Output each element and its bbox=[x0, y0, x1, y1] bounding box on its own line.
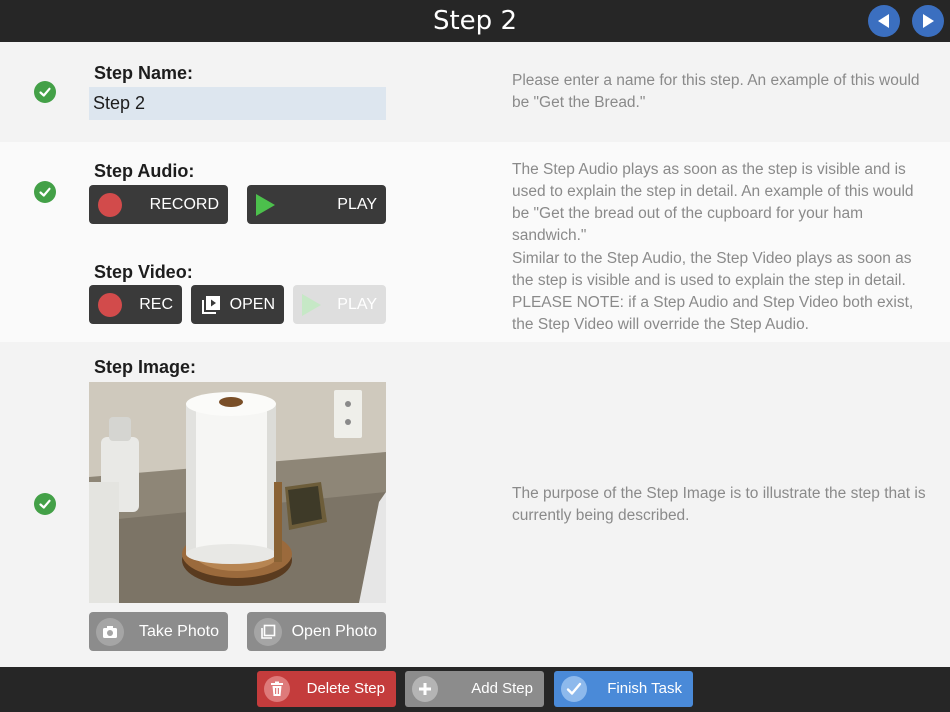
check-icon bbox=[34, 493, 56, 515]
step-image-label: Step Image: bbox=[94, 357, 197, 377]
check-icon bbox=[34, 81, 56, 103]
delete-step-button[interactable]: Delete Step bbox=[257, 671, 396, 707]
trash-icon bbox=[264, 676, 290, 702]
step-name-section: Step Name: Please enter a name for this … bbox=[0, 42, 950, 142]
finish-task-button[interactable]: Finish Task bbox=[554, 671, 693, 707]
arrow-right-icon bbox=[923, 14, 934, 28]
record-icon bbox=[98, 293, 122, 317]
add-step-button[interactable]: Add Step bbox=[405, 671, 544, 707]
audio-play-button[interactable]: PLAY bbox=[247, 185, 386, 224]
step-name-input[interactable] bbox=[89, 87, 386, 120]
photo-library-icon bbox=[254, 618, 282, 646]
step-audio-label: Step Audio: bbox=[94, 161, 195, 181]
step-image-description: The purpose of the Step Image is to illu… bbox=[512, 485, 926, 524]
video-open-button[interactable]: OPEN bbox=[191, 285, 284, 324]
step-image-photo bbox=[89, 382, 386, 603]
step-video-description: Similar to the Step Audio, the Step Vide… bbox=[512, 250, 914, 333]
step-name-description: Please enter a name for this step. An ex… bbox=[512, 72, 920, 111]
check-icon bbox=[34, 181, 56, 203]
page-title: Step 2 bbox=[432, 6, 517, 36]
record-icon bbox=[98, 193, 122, 217]
video-rec-button[interactable]: REC bbox=[89, 285, 182, 324]
play-icon bbox=[256, 194, 275, 216]
take-photo-button[interactable]: Take Photo bbox=[89, 612, 228, 651]
step-name-label: Step Name: bbox=[94, 63, 194, 83]
audio-record-button[interactable]: RECORD bbox=[89, 185, 228, 224]
arrow-left-icon bbox=[878, 14, 889, 28]
step-audio-video-section: Step Audio: RECORD PLAY The Step Audio p… bbox=[0, 142, 950, 342]
play-icon bbox=[302, 294, 321, 316]
checkmark-icon bbox=[561, 676, 587, 702]
camera-icon bbox=[96, 618, 124, 646]
step-audio-description: The Step Audio plays as soon as the step… bbox=[512, 161, 914, 244]
step-video-label: Step Video: bbox=[94, 262, 193, 282]
video-play-button[interactable]: PLAY bbox=[293, 285, 386, 324]
plus-icon bbox=[412, 676, 438, 702]
top-bar: Step 2 bbox=[0, 0, 950, 42]
video-library-icon bbox=[202, 296, 220, 314]
forward-button[interactable] bbox=[912, 5, 944, 37]
back-button[interactable] bbox=[868, 5, 900, 37]
bottom-bar: Delete Step Add Step Finish Task bbox=[0, 667, 950, 712]
open-photo-button[interactable]: Open Photo bbox=[247, 612, 386, 651]
step-image-section: Step Image: Take Photo Open Photo The pu… bbox=[0, 342, 950, 667]
